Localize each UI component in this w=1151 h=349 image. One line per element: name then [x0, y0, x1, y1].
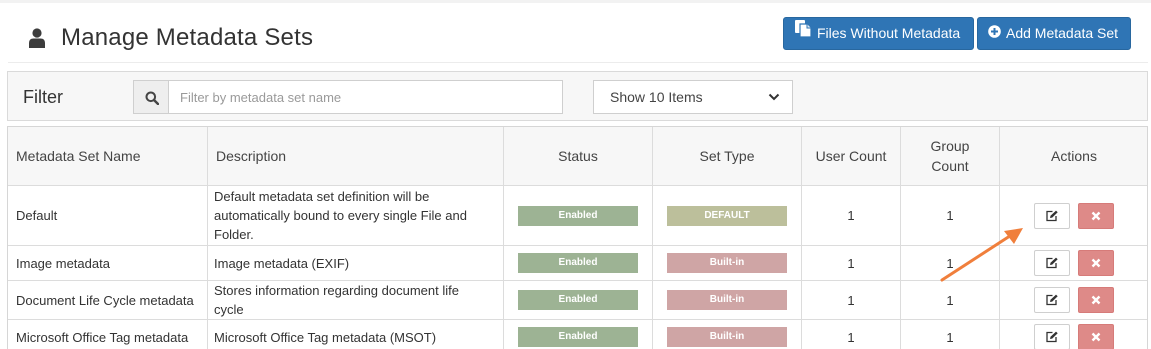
metadata-sets-table: Metadata Set Name Description Status Set…: [7, 126, 1148, 349]
column-header-set-type[interactable]: Set Type: [652, 127, 802, 186]
delete-button[interactable]: [1078, 324, 1114, 349]
edit-button[interactable]: [1034, 324, 1070, 349]
column-header-actions: Actions: [999, 127, 1147, 186]
actions-cell: [999, 185, 1147, 246]
table-row: Image metadata Image metadata (EXIF) Ena…: [8, 245, 1147, 281]
set-type-cell: Built-in: [652, 280, 802, 320]
add-metadata-set-label: Add Metadata Set: [1006, 25, 1119, 41]
column-header-group-count-label: Group Count: [930, 138, 970, 174]
group-count-cell: 1: [900, 319, 1000, 349]
set-name-cell: Microsoft Office Tag metadata: [8, 319, 208, 349]
set-type-badge: Built-in: [667, 290, 787, 311]
user-count-cell: 1: [801, 280, 901, 320]
actions-cell: [999, 280, 1147, 320]
files-icon: [794, 18, 812, 49]
set-name-cell: Document Life Cycle metadata: [8, 280, 208, 320]
add-metadata-set-button[interactable]: Add Metadata Set: [977, 17, 1131, 50]
group-count-cell: 1: [900, 185, 1000, 246]
status-badge: Enabled: [518, 205, 638, 226]
status-cell: Enabled: [503, 280, 653, 320]
set-type-cell: DEFAULT: [652, 185, 802, 246]
files-without-metadata-label: Files Without Metadata: [817, 25, 961, 41]
user-count-cell: 1: [801, 185, 901, 246]
description-cell: Default metadata set definition will be …: [207, 185, 504, 246]
filter-label: Filter: [23, 87, 63, 107]
delete-button[interactable]: [1078, 250, 1114, 276]
chevron-down-icon: [768, 93, 780, 101]
edit-button[interactable]: [1034, 202, 1070, 229]
status-badge: Enabled: [518, 290, 638, 311]
header-divider: [8, 62, 1148, 63]
top-border: [0, 0, 1151, 3]
column-header-name[interactable]: Metadata Set Name: [8, 127, 208, 186]
close-icon: [1091, 332, 1101, 342]
set-type-badge: Built-in: [667, 253, 787, 274]
set-type-badge: DEFAULT: [667, 205, 787, 226]
actions-cell: [999, 245, 1147, 281]
column-header-group-count[interactable]: Group Count: [900, 127, 1000, 186]
edit-button[interactable]: [1034, 250, 1070, 276]
page-title: Manage Metadata Sets: [61, 24, 314, 51]
filter-panel: Filter Show 10 Items: [7, 71, 1148, 121]
column-header-status[interactable]: Status: [503, 127, 653, 186]
delete-button[interactable]: [1078, 202, 1114, 229]
set-name-cell: Image metadata: [8, 245, 208, 281]
close-icon: [1091, 258, 1101, 268]
group-count-cell: 1: [900, 280, 1000, 320]
column-header-description[interactable]: Description: [207, 127, 504, 186]
page-size-value: Show 10 Items: [610, 89, 703, 105]
user-icon: [29, 28, 45, 48]
plus-circle-icon: [988, 18, 1001, 49]
table-row: Document Life Cycle metadata Stores info…: [8, 280, 1147, 320]
user-count-cell: 1: [801, 319, 901, 349]
page-header: Manage Metadata Sets Files Without Metad…: [0, 14, 1151, 62]
user-count-cell: 1: [801, 245, 901, 281]
table-row: Default Default metadata set definition …: [8, 185, 1147, 246]
edit-button[interactable]: [1034, 287, 1070, 313]
description-cell: Image metadata (EXIF): [207, 245, 504, 281]
status-badge: Enabled: [518, 253, 638, 274]
group-count-cell: 1: [900, 245, 1000, 281]
set-type-badge: Built-in: [667, 327, 787, 348]
table-header-row: Metadata Set Name Description Status Set…: [8, 127, 1147, 186]
actions-cell: [999, 319, 1147, 349]
page-size-select[interactable]: Show 10 Items: [593, 80, 793, 114]
edit-icon: [1046, 331, 1058, 343]
status-cell: Enabled: [503, 185, 653, 246]
description-cell: Stores information regarding document li…: [207, 280, 504, 320]
edit-icon: [1046, 257, 1058, 269]
search-addon: [133, 80, 168, 114]
set-type-cell: Built-in: [652, 319, 802, 349]
search-input[interactable]: [168, 80, 563, 114]
status-cell: Enabled: [503, 245, 653, 281]
column-header-user-count[interactable]: User Count: [801, 127, 901, 186]
status-cell: Enabled: [503, 319, 653, 349]
edit-icon: [1046, 294, 1058, 306]
delete-button[interactable]: [1078, 287, 1114, 313]
files-without-metadata-button[interactable]: Files Without Metadata: [783, 17, 974, 50]
close-icon: [1091, 295, 1101, 305]
edit-icon: [1046, 210, 1058, 221]
status-badge: Enabled: [518, 327, 638, 348]
table-row: Microsoft Office Tag metadata Microsoft …: [8, 319, 1147, 349]
set-type-cell: Built-in: [652, 245, 802, 281]
set-name-cell: Default: [8, 185, 208, 246]
close-icon: [1091, 211, 1101, 220]
description-cell: Microsoft Office Tag metadata (MSOT): [207, 319, 504, 349]
search-icon: [145, 91, 159, 105]
